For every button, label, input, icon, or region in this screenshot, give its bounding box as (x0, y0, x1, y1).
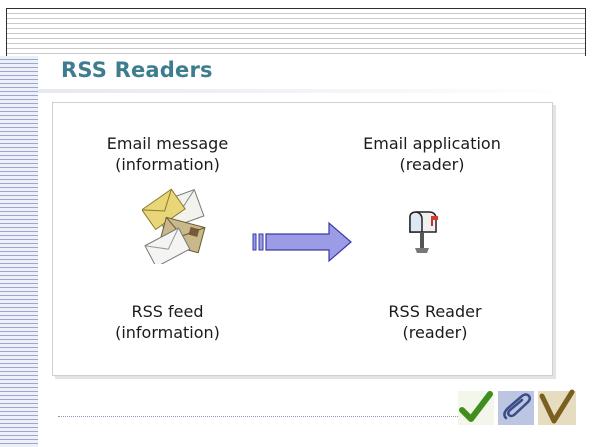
caption-email-message: Email message (information) (80, 133, 255, 175)
caption-rss-feed-title: RSS feed (131, 302, 204, 321)
footer-icons (458, 389, 576, 425)
mailbox-icon (409, 211, 438, 253)
left-stripes-decoration (0, 56, 38, 447)
caption-rss-reader-title: RSS Reader (388, 302, 482, 321)
right-arrow-icon (252, 221, 352, 263)
footer-line (58, 416, 458, 417)
slide-title: RSS Readers (61, 58, 213, 82)
caption-rss-reader: RSS Reader (reader) (355, 301, 515, 343)
caption-email-application-sub: (reader) (399, 155, 465, 174)
check-v-icon (538, 389, 576, 425)
caption-rss-reader-sub: (reader) (402, 323, 468, 342)
title-underline (38, 89, 586, 93)
caption-email-message-title: Email message (106, 134, 229, 153)
slide: RSS Readers Email message (information) … (0, 0, 592, 447)
caption-rss-feed-sub: (information) (115, 323, 220, 342)
checkmark-icon (458, 391, 494, 425)
caption-email-message-sub: (information) (115, 155, 220, 174)
paperclip-icon (498, 391, 534, 425)
caption-email-application: Email application (reader) (337, 133, 527, 175)
caption-email-application-title: Email application (363, 134, 501, 153)
envelopes-icon (142, 188, 206, 264)
caption-rss-feed: RSS feed (information) (80, 301, 255, 343)
